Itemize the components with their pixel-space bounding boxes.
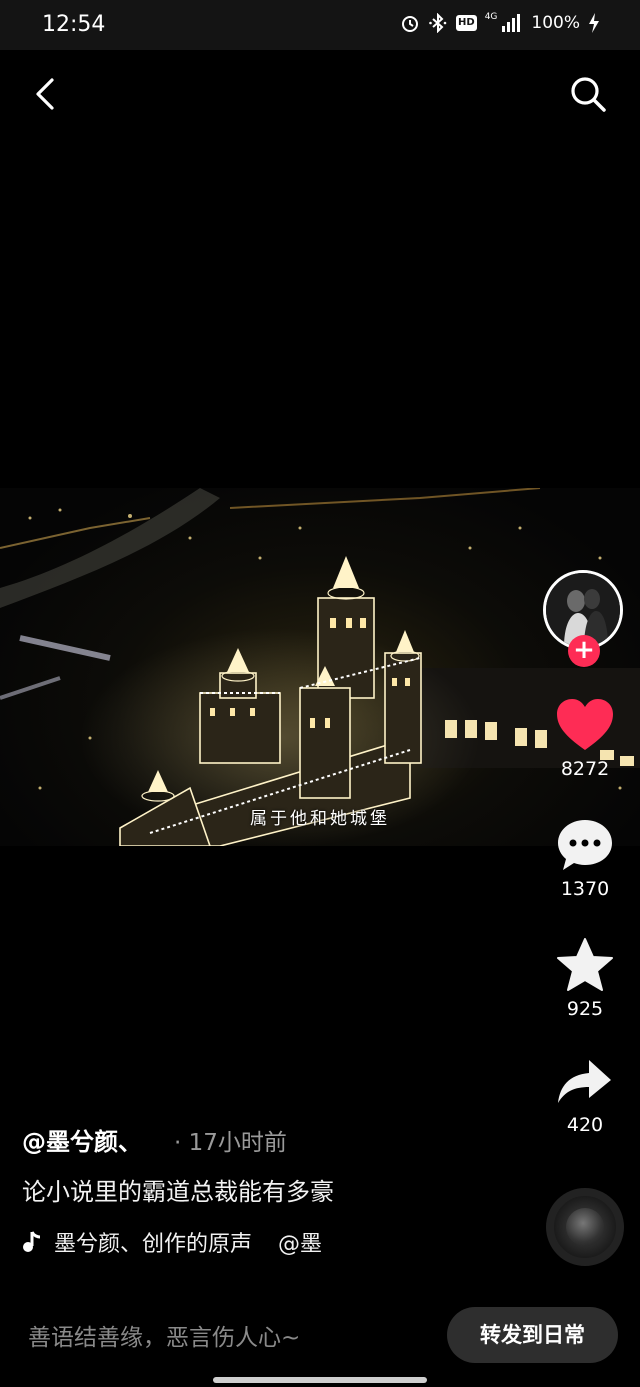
video-screen: 12:54 HD 4G 100% 属于他和她城堡 + 8272 1370 925… bbox=[0, 0, 640, 1387]
castle-night-scene bbox=[0, 488, 640, 846]
comment-count: 1370 bbox=[560, 878, 610, 900]
charging-icon bbox=[589, 13, 599, 33]
hd-badge: HD bbox=[456, 15, 477, 31]
search-button[interactable] bbox=[566, 72, 610, 116]
home-indicator[interactable] bbox=[213, 1377, 427, 1383]
music-mention: @墨 bbox=[278, 1232, 323, 1257]
favorite-count: 925 bbox=[566, 998, 604, 1020]
video-subtitle: 属于他和她城堡 bbox=[250, 809, 390, 829]
like-count: 8272 bbox=[560, 758, 610, 780]
back-button[interactable] bbox=[28, 72, 64, 116]
video-caption[interactable]: 论小说里的霸道总裁能有多豪 bbox=[22, 1172, 334, 1207]
music-disc-cover bbox=[566, 1208, 604, 1246]
battery-percent: 100% bbox=[531, 13, 580, 33]
follow-button[interactable]: + bbox=[568, 635, 600, 667]
music-note-icon bbox=[23, 1231, 41, 1252]
post-time: · 17小时前 bbox=[174, 1130, 287, 1156]
author-name[interactable]: @墨兮颜、 bbox=[22, 1122, 142, 1157]
signal-icon bbox=[502, 14, 521, 32]
share-count: 420 bbox=[566, 1114, 604, 1136]
status-bar: 12:54 HD 4G 100% bbox=[0, 0, 640, 50]
share-button[interactable]: 420 bbox=[545, 1058, 625, 1136]
alarm-icon bbox=[402, 16, 419, 32]
comment-input[interactable]: 善语结善缘，恶言伤人心~ bbox=[28, 1318, 428, 1358]
search-icon bbox=[571, 77, 606, 112]
like-button[interactable]: 8272 bbox=[545, 698, 625, 780]
heart-icon bbox=[557, 699, 613, 750]
music-disc[interactable] bbox=[546, 1188, 624, 1266]
share-arrow-icon bbox=[558, 1060, 611, 1103]
comment-button[interactable]: 1370 bbox=[545, 818, 625, 900]
star-icon bbox=[557, 938, 613, 991]
comment-bubble-icon bbox=[558, 820, 612, 870]
status-time: 12:54 bbox=[42, 12, 106, 37]
music-line[interactable]: 墨兮颜、创作的原声 @墨 bbox=[22, 1226, 322, 1258]
music-title: 墨兮颜、创作的原声 bbox=[54, 1232, 253, 1257]
chevron-left-icon bbox=[36, 78, 54, 110]
author-line: @墨兮颜、 · 17小时前 bbox=[22, 1122, 287, 1157]
network-type: 4G bbox=[484, 12, 498, 22]
bluetooth-icon bbox=[429, 13, 447, 33]
video-player[interactable] bbox=[0, 488, 640, 846]
favorite-button[interactable]: 925 bbox=[545, 938, 625, 1020]
repost-to-daily-button[interactable]: 转发到日常 bbox=[447, 1307, 618, 1363]
status-icons: HD 4G 100% bbox=[400, 12, 600, 33]
